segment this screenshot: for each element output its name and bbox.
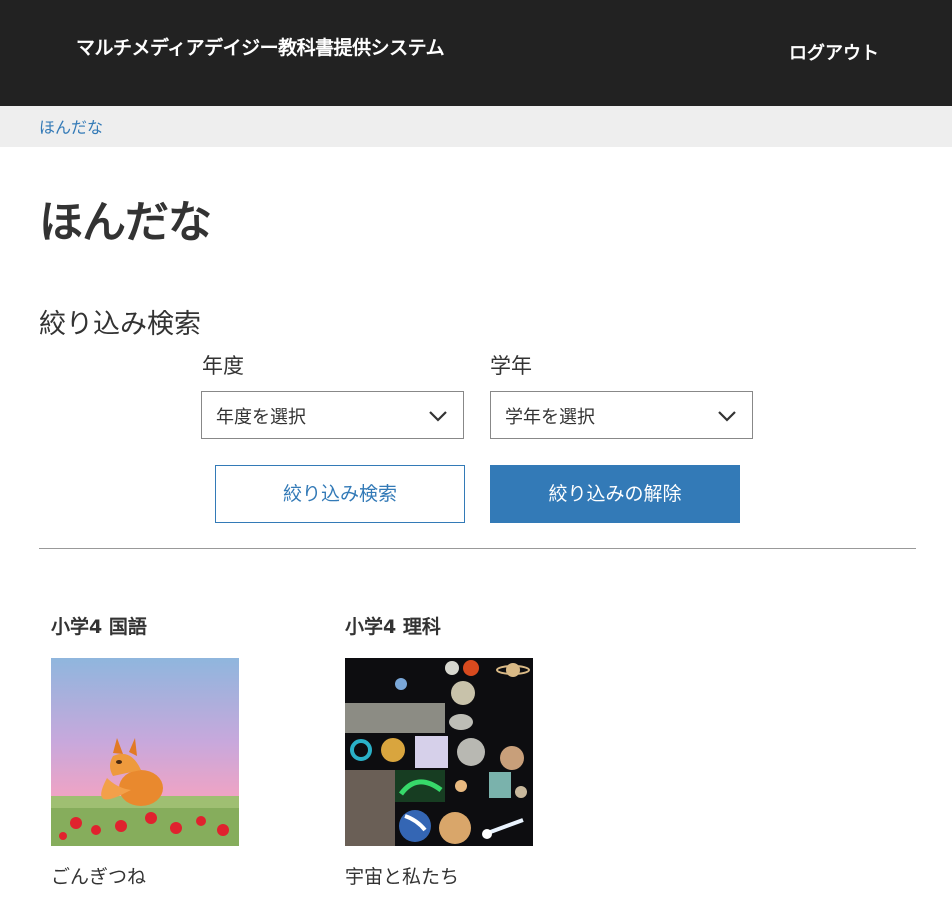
- chevron-down-icon: [429, 411, 447, 422]
- breadcrumb: [0, 106, 952, 147]
- grade-select-value: 学年を選択: [505, 407, 595, 428]
- book-title: 小学4 理科: [345, 616, 441, 638]
- grade-select[interactable]: 学年を選択: [490, 391, 753, 439]
- book-name[interactable]: ごんぎつね: [51, 862, 251, 889]
- year-select[interactable]: 年度を選択: [201, 391, 464, 439]
- book-card[interactable]: 小学4 理科 宇宙と私たち: [345, 612, 545, 889]
- filter-clear-button[interactable]: 絞り込みの解除: [490, 465, 740, 523]
- year-select-value: 年度を選択: [216, 407, 306, 428]
- chevron-down-icon: [718, 411, 736, 422]
- book-title: 小学4 国語: [51, 616, 147, 638]
- divider: [39, 548, 916, 549]
- page-title: ほんだな: [39, 197, 212, 248]
- grade-label: 学年: [490, 354, 532, 378]
- app-title: マルチメディアデイジー教科書提供システム: [76, 37, 445, 59]
- filter-search-button[interactable]: 絞り込み検索: [215, 465, 465, 523]
- filter-heading: 絞り込み検索: [39, 309, 201, 340]
- logout-link[interactable]: ログアウト: [789, 39, 879, 65]
- space-collage-cover[interactable]: [345, 658, 533, 846]
- book-card[interactable]: 小学4 国語 ごんぎつね: [51, 612, 251, 889]
- breadcrumb-item-bookshelf[interactable]: ほんだな: [39, 114, 103, 138]
- book-name[interactable]: 宇宙と私たち: [345, 862, 545, 889]
- year-label: 年度: [202, 354, 244, 378]
- fox-illustration-cover[interactable]: [51, 658, 239, 846]
